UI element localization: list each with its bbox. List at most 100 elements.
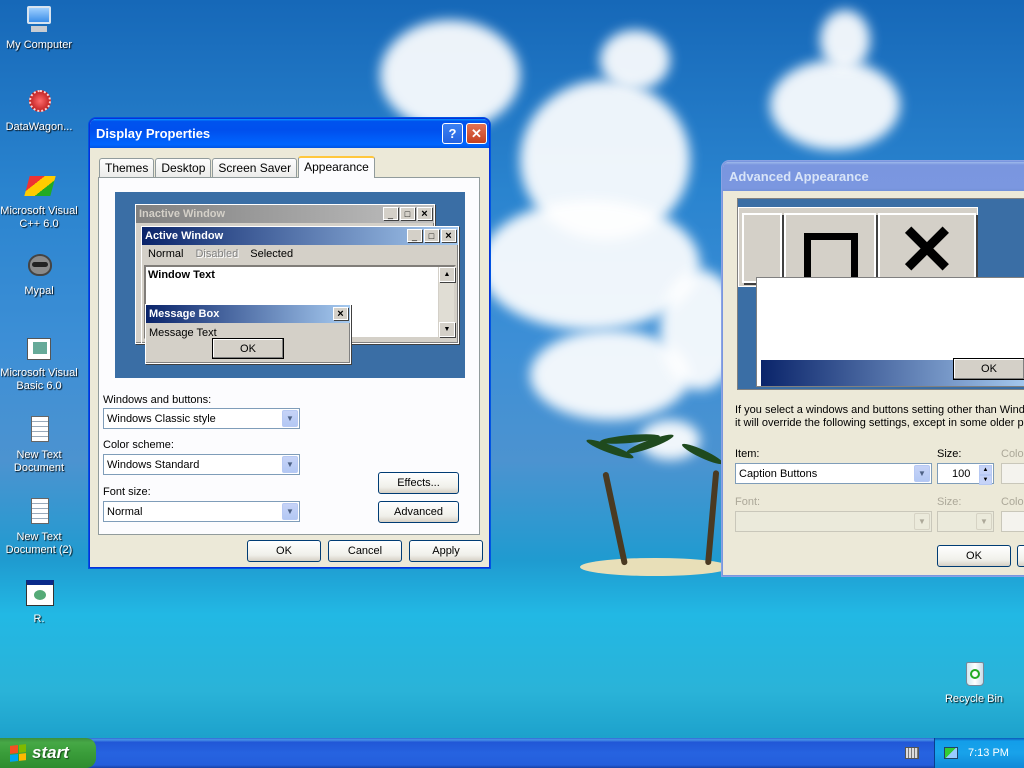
preview-big-maximize-icon [784, 213, 876, 289]
color-scheme-value: Windows Standard [107, 458, 200, 471]
window-title: Advanced Appearance [729, 169, 869, 184]
effects-button[interactable]: Effects... [378, 472, 459, 494]
advanced-preview: ✕ OK [737, 198, 1024, 390]
size-label: Size: [937, 448, 962, 460]
desktop-icon-visual-cpp[interactable]: Microsoft Visual C++ 6.0 [0, 170, 78, 231]
item-label: Item: [735, 448, 760, 460]
font-size-value: Normal [107, 505, 143, 518]
appearance-preview: Inactive Window _ □ × Active Window _ □ … [115, 192, 465, 378]
keyboard-icon[interactable] [905, 747, 919, 759]
windows-buttons-value: Windows Classic style [107, 412, 216, 425]
desktop-icon-new-text-document[interactable]: New Text Document [0, 414, 78, 475]
apply-button[interactable]: Apply [409, 540, 483, 562]
tab-desktop[interactable]: Desktop [155, 158, 212, 177]
display-properties-titlebar[interactable]: Display Properties [90, 119, 489, 148]
chevron-down-icon[interactable]: ▼ [914, 513, 930, 530]
preview-menu-selected: Selected [250, 248, 294, 260]
cancel-button[interactable] [1017, 545, 1024, 567]
desktop-icon-datawagon[interactable]: DataWagon... [0, 86, 78, 134]
system-tray: 7:13 PM [934, 738, 1024, 768]
windows-logo-icon [10, 744, 26, 762]
taskbar: start 7:13 PM [0, 738, 1024, 768]
preview-msgbox-ok: OK [212, 338, 284, 359]
ok-button[interactable]: OK [247, 540, 321, 562]
desktop-icon-visual-basic[interactable]: Microsoft Visual Basic 6.0 [0, 332, 78, 393]
minimize-icon: _ [383, 207, 398, 220]
clock[interactable]: 7:13 PM [968, 747, 1009, 759]
advanced-appearance-titlebar[interactable]: Advanced Appearance [723, 162, 1024, 191]
help-button[interactable]: ? [442, 123, 463, 144]
preview-menu-bar: Normal Disabled Selected [142, 245, 458, 263]
maximize-icon: □ [424, 229, 439, 242]
chevron-down-icon[interactable]: ▼ [976, 513, 992, 530]
chevron-down-icon[interactable]: ▼ [282, 456, 298, 473]
preview-menu-disabled: Disabled [195, 248, 239, 260]
preview-window-text: Window Text [148, 269, 215, 281]
desktop-icon-label: Microsoft Visual C++ 6.0 [0, 205, 78, 230]
font-size-select[interactable]: ▼ [937, 511, 994, 532]
desktop-icon-label: Mypal [24, 285, 54, 297]
windows-buttons-label: Windows and buttons: [103, 394, 212, 406]
chevron-down-icon[interactable]: ▼ [282, 410, 298, 427]
desktop-icon-new-text-document-2[interactable]: New Text Document (2) [0, 496, 78, 557]
advanced-description-line2: it will override the following settings,… [735, 417, 1024, 429]
item-select[interactable]: Caption Buttons ▼ [735, 463, 932, 484]
font-select[interactable]: ▼ [735, 511, 932, 532]
font-label: Font: [735, 496, 761, 508]
cancel-button[interactable]: Cancel [328, 540, 402, 562]
size-spin-buttons[interactable]: ▲ ▼ [979, 465, 992, 485]
preview-scrollbar: ▲ ▼ [438, 267, 455, 337]
desktop-icon-label: Microsoft Visual Basic 6.0 [0, 367, 78, 392]
desktop-icon-label: My Computer [5, 39, 73, 51]
scroll-up-icon: ▲ [439, 267, 455, 282]
desktop-icon-recycle-bin[interactable]: Recycle Bin [935, 658, 1013, 706]
minimize-icon: _ [407, 229, 422, 242]
color-scheme-select[interactable]: Windows Standard ▼ [103, 454, 300, 475]
desktop-icon-r[interactable]: R. [0, 578, 78, 626]
computer-icon [23, 4, 55, 36]
close-icon: × [333, 307, 348, 320]
preview-big-minimize-icon [742, 213, 782, 283]
display-properties-window: Display Properties ? ✕ Themes Desktop Sc… [89, 118, 490, 568]
help-icon: ? [448, 126, 457, 141]
advanced-description-line1: If you select a windows and buttons sett… [735, 404, 1024, 416]
advanced-appearance-window: Advanced Appearance ✕ OK If you select a… [722, 161, 1024, 576]
tab-screen-saver[interactable]: Screen Saver [212, 158, 298, 177]
appearance-tab-panel: Inactive Window _ □ × Active Window _ □ … [98, 177, 480, 535]
font-size-select[interactable]: Normal ▼ [103, 501, 300, 522]
spin-up-icon[interactable]: ▲ [979, 465, 992, 475]
desktop-icon-my-computer[interactable]: My Computer [0, 4, 78, 52]
start-button[interactable]: start [0, 738, 96, 768]
chevron-down-icon[interactable]: ▼ [914, 465, 930, 482]
chevron-down-icon[interactable]: ▼ [282, 503, 298, 520]
desktop-icon-label: Recycle Bin [944, 693, 1004, 705]
color-picker-button[interactable] [1001, 463, 1024, 484]
tab-themes[interactable]: Themes [99, 158, 155, 177]
advanced-button[interactable]: Advanced [378, 501, 459, 523]
ok-button[interactable]: OK [937, 545, 1011, 567]
font-color-label: Color [1001, 496, 1024, 508]
font-size-label: Size: [937, 496, 962, 508]
tab-appearance[interactable]: Appearance [298, 156, 375, 178]
color-label: Color [1001, 448, 1024, 460]
maximize-icon: □ [400, 207, 415, 220]
windows-buttons-select[interactable]: Windows Classic style ▼ [103, 408, 300, 429]
program-window-icon [23, 578, 55, 610]
desktop-icon-mypal[interactable]: Mypal [0, 250, 78, 298]
network-icon[interactable] [944, 747, 958, 759]
preview-big-close-icon: ✕ [878, 213, 976, 287]
font-color-button[interactable] [1001, 511, 1024, 532]
close-button[interactable]: ✕ [466, 123, 487, 144]
preview-msgbox-title: Message Box [146, 305, 350, 323]
color-scheme-label: Color scheme: [103, 439, 174, 451]
spin-down-icon[interactable]: ▼ [979, 475, 992, 485]
item-value: Caption Buttons [739, 467, 818, 480]
preview-message-box: Message Box × Message Text OK [145, 304, 351, 364]
size-spinner[interactable]: 100 ▲ ▼ [937, 463, 994, 485]
recycle-bin-icon [958, 658, 990, 690]
raccoon-icon [23, 250, 55, 282]
desktop-icon-label: New Text Document [13, 449, 65, 474]
desktop-icon-label: R. [33, 613, 45, 625]
start-label: start [32, 743, 69, 762]
desktop-icon-label: New Text Document (2) [5, 531, 73, 556]
